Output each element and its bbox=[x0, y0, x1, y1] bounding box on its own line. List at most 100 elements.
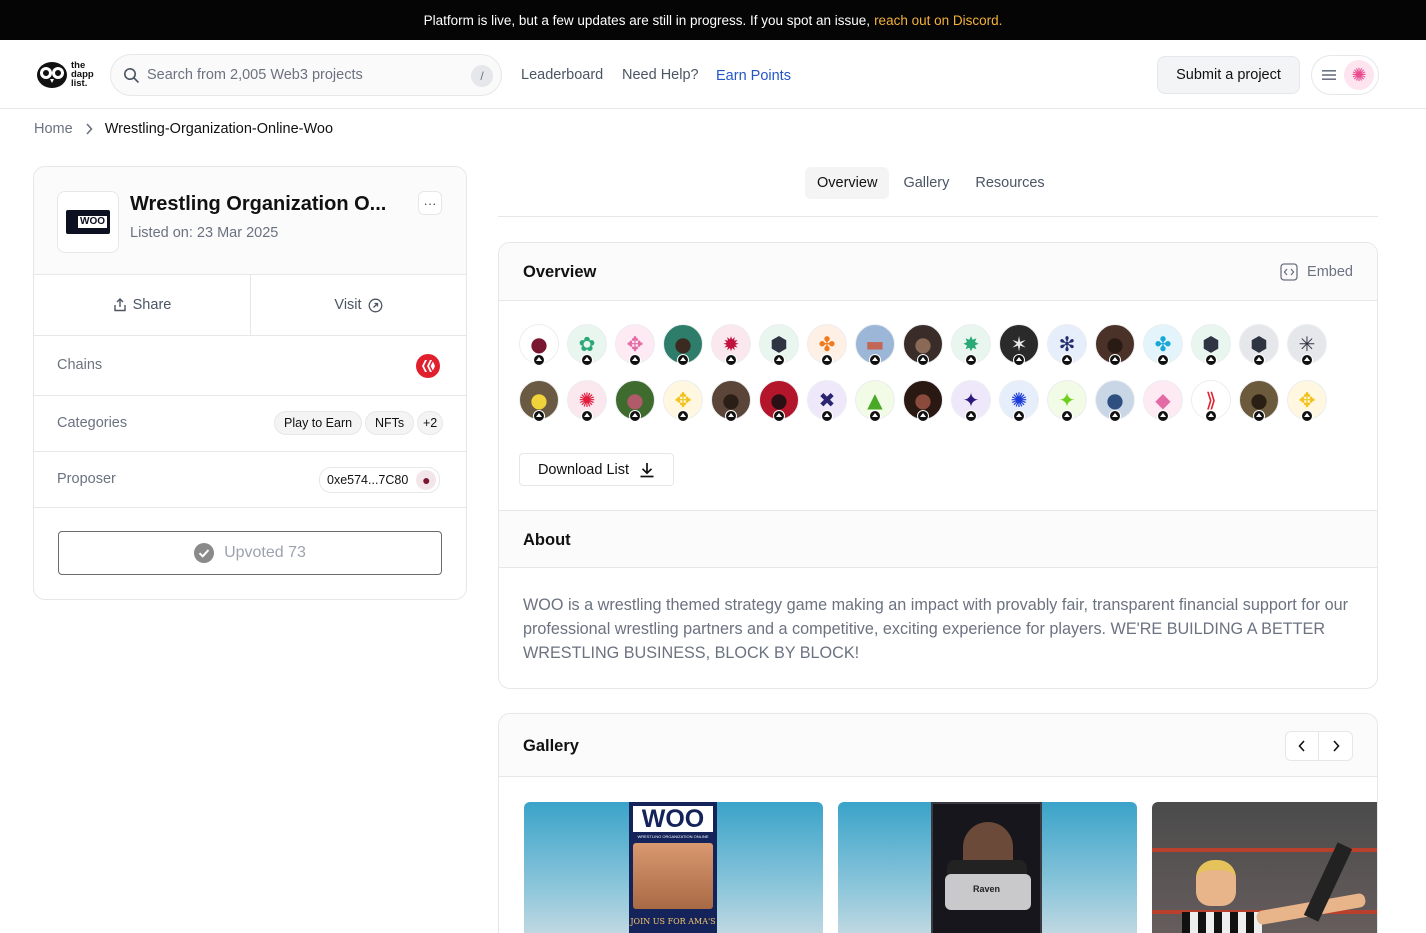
upvoter-avatar[interactable]: ● bbox=[663, 324, 703, 366]
upvoter-avatar[interactable]: ⬢ bbox=[1191, 324, 1231, 366]
upvoter-avatar[interactable]: ✥ bbox=[615, 324, 655, 366]
upvoter-avatar[interactable]: ✥ bbox=[1287, 380, 1327, 422]
gallery-image[interactable] bbox=[1152, 802, 1377, 933]
gallery-next-button[interactable] bbox=[1319, 731, 1353, 761]
upvoter-avatar[interactable]: ● bbox=[1095, 380, 1135, 422]
upvote-badge-icon bbox=[1013, 410, 1025, 422]
download-list-button[interactable]: Download List bbox=[519, 453, 674, 486]
upvoter-avatar[interactable]: ✶ bbox=[999, 324, 1039, 366]
upvoter-avatar[interactable]: ● bbox=[903, 324, 943, 366]
avatar-glyph-icon: ✦ bbox=[962, 388, 980, 412]
gallery-header: Gallery bbox=[499, 714, 1377, 777]
search-input[interactable]: Search from 2,005 Web3 projects / bbox=[110, 54, 502, 96]
tab-gallery[interactable]: Gallery bbox=[891, 167, 961, 199]
breadcrumb-home[interactable]: Home bbox=[34, 121, 73, 137]
gallery-prev-button[interactable] bbox=[1285, 731, 1319, 761]
upvoter-avatar[interactable]: ● bbox=[519, 380, 559, 422]
embed-button[interactable]: Embed bbox=[1280, 263, 1353, 281]
upvoter-avatar[interactable]: ◆ bbox=[1143, 380, 1183, 422]
upvote-badge-icon bbox=[1301, 410, 1313, 422]
upvote-badge-icon bbox=[1205, 410, 1217, 422]
upvote-badge-icon bbox=[821, 410, 833, 422]
check-circle-icon bbox=[194, 543, 215, 563]
avatar-glyph-icon: ✸ bbox=[962, 332, 980, 356]
discord-link[interactable]: reach out on Discord. bbox=[874, 13, 1002, 28]
tab-resources[interactable]: Resources bbox=[963, 167, 1056, 199]
upvote-badge-icon bbox=[1301, 354, 1313, 366]
avatar-glyph-icon: ✤ bbox=[818, 332, 836, 356]
user-menu-button[interactable]: ✺ bbox=[1311, 55, 1379, 95]
logo-wordmark: the dapp list. bbox=[71, 59, 94, 89]
upvoter-avatar[interactable]: ✤ bbox=[807, 324, 847, 366]
nav-leaderboard[interactable]: Leaderboard bbox=[521, 67, 603, 83]
share-label: Share bbox=[132, 297, 172, 313]
visit-button[interactable]: Visit bbox=[250, 275, 466, 335]
upvoter-avatar[interactable]: ● bbox=[903, 380, 943, 422]
upvoter-avatar[interactable]: ● bbox=[519, 324, 559, 366]
gallery-image[interactable]: WOO WRESTLING ORGANIZATION ONLINE JOIN U… bbox=[524, 802, 823, 933]
proposer-avatar: ● bbox=[416, 470, 437, 490]
nav-need-help[interactable]: Need Help? bbox=[622, 67, 699, 83]
avatar-glyph-icon: ⟫ bbox=[1205, 388, 1217, 412]
upvoter-avatar[interactable]: ✹ bbox=[711, 324, 751, 366]
category-chip[interactable]: Play to Earn bbox=[274, 411, 363, 435]
about-header: About bbox=[499, 510, 1377, 568]
poster-footer: JOIN US FOR AMA'S bbox=[630, 917, 716, 926]
upvoter-avatar[interactable]: ● bbox=[1239, 380, 1279, 422]
upvote-badge-icon bbox=[773, 354, 785, 366]
upvote-badge-icon bbox=[725, 410, 737, 422]
upvoter-avatar[interactable]: ✸ bbox=[951, 324, 991, 366]
overview-header: Overview Embed bbox=[499, 243, 1377, 301]
upvoter-avatar[interactable]: ● bbox=[711, 380, 751, 422]
upvoter-avatar[interactable]: ▬ bbox=[855, 324, 895, 366]
upvoter-avatar[interactable]: ✳ bbox=[1287, 324, 1327, 366]
external-link-icon bbox=[368, 298, 383, 312]
upvoter-avatar[interactable]: ● bbox=[759, 380, 799, 422]
upvoter-avatar[interactable]: ✺ bbox=[567, 380, 607, 422]
upvote-button[interactable]: Upvoted 73 bbox=[58, 531, 442, 575]
avatar-glyph-icon: ● bbox=[914, 332, 932, 356]
avatar-glyph-icon: ● bbox=[530, 332, 548, 356]
avatar-glyph-icon: ⬢ bbox=[770, 332, 788, 356]
avatar-glyph-icon: ◆ bbox=[1155, 388, 1171, 412]
avatar-glyph-icon: ● bbox=[770, 388, 788, 412]
upvoter-avatar[interactable]: ✻ bbox=[1047, 324, 1087, 366]
hive-chain-icon[interactable] bbox=[416, 354, 440, 378]
upvoter-avatar[interactable]: ⟫ bbox=[1191, 380, 1231, 422]
share-button[interactable]: Share bbox=[34, 275, 250, 335]
proposer-address-chip[interactable]: 0xe574...7C80 ● bbox=[319, 467, 441, 493]
upvoter-avatar[interactable]: ● bbox=[615, 380, 655, 422]
chevron-right-icon bbox=[86, 123, 93, 135]
category-more-chip[interactable]: +2 bbox=[417, 411, 444, 435]
upvoter-avatar[interactable]: ✥ bbox=[663, 380, 703, 422]
site-logo[interactable]: the dapp list. bbox=[36, 58, 94, 90]
banner-text: Platform is live, but a few updates are … bbox=[423, 12, 871, 28]
poster-title: WOO bbox=[633, 806, 713, 832]
upvoter-avatar[interactable]: ▲ bbox=[855, 380, 895, 422]
submit-project-button[interactable]: Submit a project bbox=[1157, 56, 1300, 94]
gallery-image[interactable]: Raven bbox=[838, 802, 1137, 933]
upvoter-avatar[interactable]: ✺ bbox=[999, 380, 1039, 422]
upvoter-avatar[interactable]: ⬢ bbox=[1239, 324, 1279, 366]
more-options-button[interactable]: ··· bbox=[418, 191, 442, 215]
upvoter-avatar[interactable]: ✤ bbox=[1143, 324, 1183, 366]
categories-label: Categories bbox=[57, 415, 128, 431]
tab-overview[interactable]: Overview bbox=[805, 167, 890, 199]
upvoter-avatar[interactable]: ⬢ bbox=[759, 324, 799, 366]
upvote-badge-icon bbox=[581, 354, 593, 366]
upvoter-avatar[interactable]: ✖ bbox=[807, 380, 847, 422]
upvoter-avatar[interactable]: ● bbox=[1095, 324, 1135, 366]
avatar-glyph-icon: ● bbox=[1106, 388, 1124, 412]
project-summary-card: WOO Wrestling Organization O... Listed o… bbox=[33, 166, 467, 600]
flower-avatar-icon: ✺ bbox=[1351, 65, 1367, 85]
category-chip[interactable]: NFTs bbox=[365, 411, 415, 435]
overview-title: Overview bbox=[523, 263, 597, 281]
upvoter-avatar[interactable]: ✦ bbox=[1047, 380, 1087, 422]
upvoter-avatar[interactable]: ✿ bbox=[567, 324, 607, 366]
nav-earn-points[interactable]: Earn Points bbox=[716, 68, 791, 84]
gallery-title: Gallery bbox=[523, 737, 579, 755]
woo-poster: WOO WRESTLING ORGANIZATION ONLINE JOIN U… bbox=[629, 802, 717, 933]
top-navigation: the dapp list. Search from 2,005 Web3 proj… bbox=[0, 40, 1426, 109]
upvoter-avatar[interactable]: ✦ bbox=[951, 380, 991, 422]
avatar-glyph-icon: ● bbox=[914, 388, 932, 412]
